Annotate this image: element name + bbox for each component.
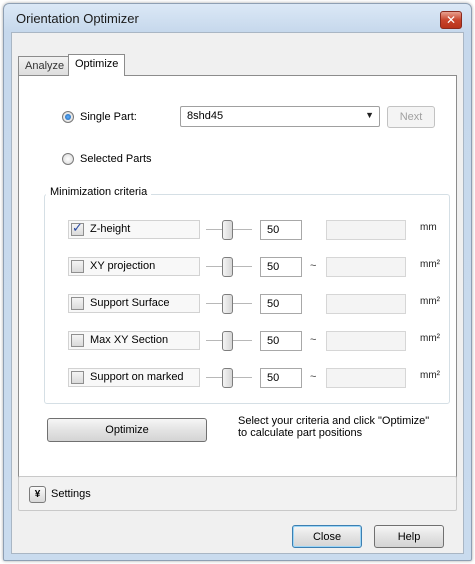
optimize-hint: Select your criteria and click "Optimize…	[238, 415, 448, 439]
max-xy-section-slider[interactable]	[206, 331, 252, 351]
xy-projection-slider[interactable]	[206, 257, 252, 277]
xy-projection-checkbox-area[interactable]: XY projection	[68, 257, 200, 276]
tab-analyze[interactable]: Analyze	[18, 56, 72, 76]
slider-thumb[interactable]	[222, 220, 233, 240]
minimization-criteria-label: Minimization criteria	[46, 186, 152, 198]
slider-thumb[interactable]	[222, 331, 233, 351]
criteria-row-xy-projection: XY projection 50 ~ mm²	[48, 251, 452, 279]
support-on-marked-slider[interactable]	[206, 368, 252, 388]
criteria-row-max-xy-section: Max XY Section 50 ~ mm²	[48, 325, 452, 353]
max-xy-section-label: Max XY Section	[90, 334, 169, 346]
settings-label: Settings	[51, 488, 91, 500]
support-surface-label: Support Surface	[90, 297, 170, 309]
support-surface-checkbox[interactable]	[71, 297, 84, 310]
orientation-optimizer-window: Orientation Optimizer ✕ Analyze Optimize…	[3, 3, 472, 561]
close-button[interactable]: Close	[292, 525, 362, 548]
z-height-label: Z-height	[90, 223, 131, 235]
xy-projection-weight-input[interactable]: 50	[260, 257, 302, 277]
support-on-marked-weight-input[interactable]: 50	[260, 368, 302, 388]
optimize-hint-line-2: to calculate part positions	[238, 427, 363, 439]
xy-projection-label: XY projection	[90, 260, 156, 272]
max-xy-section-weight-input[interactable]: 50	[260, 331, 302, 351]
single-part-radio-row[interactable]: Single Part:	[62, 111, 137, 123]
title-bar[interactable]: Orientation Optimizer ✕	[4, 4, 471, 34]
double-chevron-down-icon[interactable]: ¥	[29, 486, 46, 503]
tab-optimize[interactable]: Optimize	[68, 54, 126, 76]
z-height-checkbox[interactable]	[71, 221, 84, 236]
xy-projection-unit: mm²	[420, 259, 440, 270]
help-button[interactable]: Help	[374, 525, 444, 548]
criteria-row-z-height: Z-height 50 mm	[48, 214, 452, 242]
max-xy-section-checkbox-area[interactable]: Max XY Section	[68, 331, 200, 350]
z-height-checkbox-area[interactable]: Z-height	[68, 220, 200, 239]
selected-parts-radio-row[interactable]: Selected Parts	[62, 153, 152, 165]
next-button[interactable]: Next	[387, 106, 435, 128]
settings-panel: ¥ Settings	[18, 476, 457, 511]
z-height-result-field	[326, 220, 406, 240]
z-height-slider[interactable]	[206, 220, 252, 240]
max-xy-section-result-field	[326, 331, 406, 351]
support-on-marked-label: Support on marked	[90, 371, 184, 383]
support-surface-checkbox-area[interactable]: Support Surface	[68, 294, 200, 313]
criteria-row-support-on-marked: Support on marked 50 ~ mm²	[48, 362, 452, 390]
single-part-label: Single Part:	[80, 111, 137, 123]
selected-parts-label: Selected Parts	[80, 153, 152, 165]
optimize-hint-line-1: Select your criteria and click "Optimize…	[238, 415, 430, 427]
support-surface-unit: mm²	[420, 296, 440, 307]
xy-projection-result-field	[326, 257, 406, 277]
support-on-marked-checkbox-area[interactable]: Support on marked	[68, 368, 200, 387]
z-height-weight-input[interactable]: 50	[260, 220, 302, 240]
max-xy-section-checkbox[interactable]	[71, 334, 84, 347]
slider-thumb[interactable]	[222, 257, 233, 277]
slider-thumb[interactable]	[222, 368, 233, 388]
z-height-unit: mm	[420, 222, 437, 233]
window-title: Orientation Optimizer	[16, 11, 139, 26]
chevron-down-icon: ▼	[365, 110, 374, 120]
selected-parts-radio[interactable]	[62, 153, 74, 165]
close-icon[interactable]: ✕	[440, 11, 462, 29]
support-surface-slider[interactable]	[206, 294, 252, 314]
support-surface-weight-input[interactable]: 50	[260, 294, 302, 314]
dialog-body: Analyze Optimize Single Part: 8shd45 ▼ N…	[11, 32, 464, 554]
approx-symbol: ~	[310, 260, 317, 272]
support-on-marked-result-field	[326, 368, 406, 388]
single-part-radio[interactable]	[62, 111, 74, 123]
max-xy-section-unit: mm²	[420, 333, 440, 344]
approx-symbol: ~	[310, 334, 317, 346]
support-on-marked-unit: mm²	[420, 370, 440, 381]
support-surface-result-field	[326, 294, 406, 314]
support-on-marked-checkbox[interactable]	[71, 371, 84, 384]
approx-symbol: ~	[310, 371, 317, 383]
slider-thumb[interactable]	[222, 294, 233, 314]
part-dropdown-value: 8shd45	[187, 110, 224, 122]
optimize-button[interactable]: Optimize	[47, 418, 207, 442]
criteria-row-support-surface: Support Surface 50 mm²	[48, 288, 452, 316]
part-dropdown[interactable]: 8shd45 ▼	[180, 106, 380, 127]
xy-projection-checkbox[interactable]	[71, 260, 84, 273]
